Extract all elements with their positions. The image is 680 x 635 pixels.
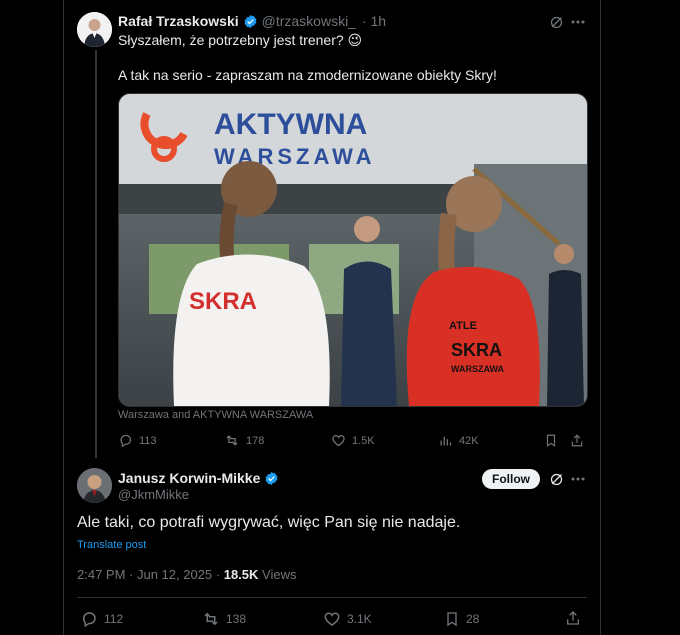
grok-icon[interactable] <box>547 13 565 31</box>
tweet-photo[interactable]: AKTYWNA WARSZAWA SKRA ATLE SKRA WARSZAWA <box>118 93 588 407</box>
reply-count: 113 <box>139 434 157 447</box>
reply-action[interactable]: 112 <box>80 610 123 628</box>
tweet2-text: Ale taki, co potrafi wygrywać, więc Pan … <box>77 514 461 531</box>
post-timestamp[interactable]: 2:47 PM · Jun 12, 2025 · <box>77 567 220 582</box>
verified-icon <box>264 471 279 486</box>
post-metadata: 2:47 PM · Jun 12, 2025 · 18.5K Views <box>77 567 297 582</box>
repost-icon <box>204 612 218 626</box>
views-count: 42K <box>459 434 479 447</box>
share-icon[interactable] <box>564 609 582 627</box>
bookmark-action[interactable]: 28 <box>444 610 479 628</box>
jacket-text-1: ATLE <box>449 320 477 332</box>
more-icon[interactable] <box>569 470 587 488</box>
share-icon[interactable] <box>569 432 585 448</box>
tweet1-header: Rafał Trzaskowski @trzaskowski_ · 1h <box>118 13 386 29</box>
jacket-text-2: SKRA <box>451 340 502 360</box>
bookmark-icon <box>447 612 457 627</box>
author-handle[interactable]: @JkmMikke <box>118 487 189 502</box>
tweet2-header-name: Janusz Korwin-Mikke <box>118 470 283 486</box>
like-count: 1.5K <box>352 434 375 447</box>
divider <box>77 597 587 598</box>
author-handle[interactable]: @trzaskowski_ <box>262 13 356 29</box>
reply-icon <box>82 612 96 628</box>
repost-action[interactable]: 138 <box>202 610 246 628</box>
like-icon <box>324 612 340 626</box>
repost-count: 178 <box>246 434 265 447</box>
thread-connector-line <box>95 50 97 458</box>
author-name[interactable]: Rafał Trzaskowski <box>118 13 239 29</box>
like-icon <box>332 435 345 447</box>
jacket-text-3: WARSZAWA <box>451 364 504 374</box>
post-time[interactable]: · 1h <box>362 13 386 29</box>
grok-icon[interactable] <box>547 470 565 488</box>
follow-button[interactable]: Follow <box>482 469 540 489</box>
like-action[interactable]: 3.1K <box>323 610 372 628</box>
views-count: 18.5K <box>223 567 259 582</box>
avatar-korwin-mikke[interactable] <box>77 468 112 503</box>
tweet1-text-line1: Słyszałem, że potrzebny jest trener? 😉 <box>118 32 363 48</box>
like-count: 3.1K <box>347 612 372 626</box>
shirt-text: SKRA <box>189 288 257 315</box>
verified-icon <box>243 14 258 29</box>
more-icon[interactable] <box>569 13 587 31</box>
reply-icon <box>120 434 132 448</box>
repost-count: 138 <box>226 612 247 626</box>
author-name[interactable]: Janusz Korwin-Mikke <box>118 470 260 486</box>
reply-action[interactable]: 113 <box>118 433 157 448</box>
avatar-trzaskowski[interactable] <box>77 12 112 47</box>
bookmark-icon[interactable] <box>543 432 559 448</box>
reply-count: 112 <box>104 612 124 626</box>
tweet1-text-line2: A tak na serio - zapraszam na zmodernizo… <box>118 67 497 83</box>
repost-action[interactable]: 178 <box>224 433 264 448</box>
translate-post-link[interactable]: Translate post <box>77 539 146 551</box>
repost-icon <box>226 435 238 446</box>
sign-text-aktywna: AKTYWNA <box>214 108 367 141</box>
bookmark-count: 28 <box>466 612 480 626</box>
views-action[interactable]: 42K <box>438 433 479 448</box>
image-caption[interactable]: Warszawa and AKTYWNA WARSZAWA <box>118 409 313 421</box>
views-icon <box>440 436 452 446</box>
views-label: Views <box>262 567 297 582</box>
like-action[interactable]: 1.5K <box>331 433 375 448</box>
